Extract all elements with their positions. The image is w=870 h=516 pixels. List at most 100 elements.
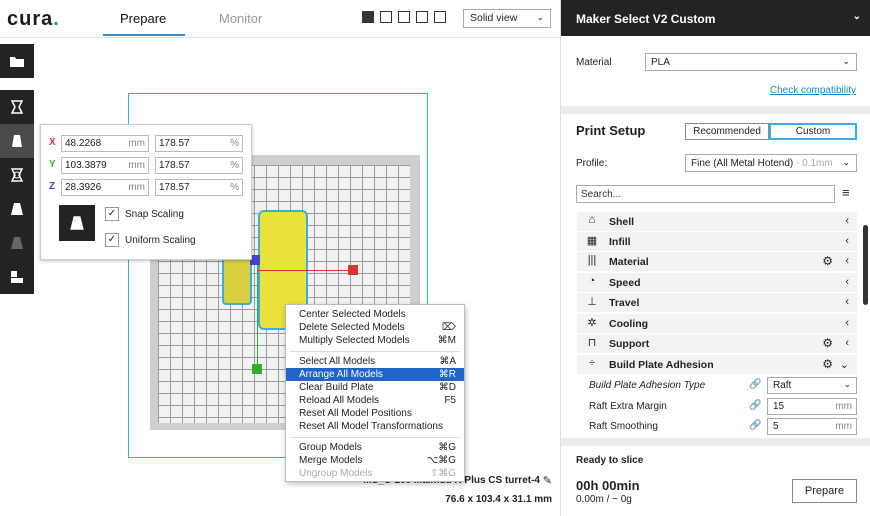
chevron-left-icon: ‹ bbox=[845, 215, 849, 227]
model-part[interactable] bbox=[222, 255, 252, 305]
menu-item-clear-build-plate[interactable]: Clear Build Plate ⌘D bbox=[286, 381, 464, 394]
menu-item-center-selected[interactable]: Center Selected Models bbox=[286, 308, 464, 321]
check-compatibility-link[interactable]: Check compatibility bbox=[770, 85, 856, 96]
edit-name-icon[interactable]: ✎ bbox=[543, 474, 552, 487]
x-percent-input[interactable]: 178.57% bbox=[155, 135, 243, 152]
support-blocker-icon[interactable] bbox=[0, 260, 34, 294]
material-label: Material bbox=[576, 57, 612, 68]
gear-icon[interactable]: ⚙ bbox=[822, 254, 833, 268]
chevron-down-icon: ⌄ bbox=[839, 359, 849, 371]
category-build-plate-adhesion[interactable]: ÷ Build Plate Adhesion ⚙ ⌄ bbox=[577, 355, 857, 374]
top-view-icon[interactable] bbox=[398, 11, 410, 23]
move-tool-icon[interactable] bbox=[0, 90, 34, 124]
x-axis-handle[interactable] bbox=[348, 265, 358, 275]
profile-select[interactable]: Fine (All Metal Hotend) - 0.1mm ⌄ bbox=[685, 154, 857, 172]
raft-smoothing-input[interactable]: 5 mm bbox=[767, 418, 857, 435]
tab-monitor[interactable]: Monitor bbox=[219, 11, 262, 26]
material-select[interactable]: PLA ⌄ bbox=[645, 53, 857, 71]
setting-adhesion-type: Build Plate Adhesion Type 🔗 Raft ⌄ bbox=[589, 377, 857, 395]
menu-item-merge[interactable]: Merge Models ⌥⌘G bbox=[286, 454, 464, 467]
support-icon: ⊓ bbox=[587, 337, 597, 349]
print-time: 00h 00min bbox=[576, 478, 640, 493]
mode-recommended-button[interactable]: Recommended bbox=[685, 123, 769, 140]
cura-logo: cura. bbox=[7, 8, 60, 30]
z-mm-input[interactable]: 28.3926 mm bbox=[61, 179, 149, 196]
y-axis-handle-line bbox=[257, 265, 258, 365]
rotate-tool-icon[interactable] bbox=[0, 158, 34, 192]
menu-item-reset-positions[interactable]: Reset All Model Positions bbox=[286, 407, 464, 420]
menu-item-reload-all[interactable]: Reload All Models F5 bbox=[286, 394, 464, 407]
left-view-icon[interactable] bbox=[416, 11, 428, 23]
gear-icon[interactable]: ⚙ bbox=[822, 357, 833, 371]
y-percent-input[interactable]: 178.57% bbox=[155, 157, 243, 174]
chevron-left-icon: ‹ bbox=[845, 255, 849, 267]
chevron-down-icon: ⌄ bbox=[852, 11, 861, 22]
adhesion-type-select[interactable]: Raft ⌄ bbox=[767, 377, 857, 394]
link-icon[interactable]: 🔗 bbox=[749, 400, 761, 411]
view-mode-select[interactable]: Solid view ⌄ bbox=[463, 9, 551, 28]
y-mm-input[interactable]: 103.3879 mm bbox=[61, 157, 149, 174]
travel-icon: ⊥ bbox=[587, 296, 597, 308]
menu-item-select-all[interactable]: Select All Models ⌘A bbox=[286, 355, 464, 368]
front-view-icon[interactable] bbox=[380, 11, 392, 23]
right-view-icon[interactable] bbox=[434, 11, 446, 23]
cooling-icon: ✲ bbox=[587, 317, 597, 329]
link-icon[interactable]: 🔗 bbox=[749, 420, 761, 431]
scale-panel: X 48.2268 mm 178.57% Y 103.3879 mm 178.57%… bbox=[40, 124, 252, 260]
3d-view-icon[interactable] bbox=[362, 11, 374, 23]
per-model-settings-icon[interactable] bbox=[0, 226, 34, 260]
section-divider bbox=[561, 438, 870, 446]
printer-selector[interactable]: Maker Select V2 Custom ⌄ bbox=[561, 0, 870, 36]
open-file-icon[interactable] bbox=[0, 44, 34, 78]
profile-label: Profile: bbox=[576, 158, 608, 169]
lower-model-icon[interactable] bbox=[59, 205, 95, 241]
model-dimensions: 76.6 x 103.4 x 31.1 mm bbox=[445, 494, 552, 505]
link-icon[interactable]: 🔗 bbox=[749, 379, 761, 390]
category-travel[interactable]: ⊥ Travel ‹ bbox=[577, 293, 857, 312]
settings-search-input[interactable]: Search... bbox=[576, 185, 835, 203]
menu-item-arrange-all[interactable]: Arrange All Models ⌘R bbox=[286, 368, 464, 381]
chevron-down-icon: ⌄ bbox=[842, 56, 850, 66]
category-shell[interactable]: ⌂ Shell ‹ bbox=[577, 212, 857, 231]
settings-visibility-menu-icon[interactable]: ≡ bbox=[842, 185, 850, 200]
category-material[interactable]: ||| Material ⚙ ‹ bbox=[577, 252, 857, 271]
category-infill[interactable]: ▦ Infill ‹ bbox=[577, 232, 857, 251]
y-axis-handle[interactable] bbox=[252, 364, 262, 374]
menu-separator bbox=[290, 437, 460, 438]
mirror-tool-icon[interactable] bbox=[0, 192, 34, 226]
adhesion-icon: ÷ bbox=[588, 357, 596, 369]
menu-item-group[interactable]: Group Models ⌘G bbox=[286, 441, 464, 454]
z-percent-input[interactable]: 178.57% bbox=[155, 179, 243, 196]
menu-item-delete-selected[interactable]: Delete Selected Models ⌦ bbox=[286, 321, 464, 334]
chevron-left-icon: ‹ bbox=[845, 317, 849, 329]
chevron-left-icon: ‹ bbox=[845, 276, 849, 288]
material-estimate: 0.00m / ~ 0g bbox=[576, 494, 632, 505]
context-menu: Center Selected Models Delete Selected M… bbox=[285, 304, 465, 482]
infill-icon: ▦ bbox=[586, 235, 598, 247]
menu-item-ungroup: Ungroup Models ⇧⌘G bbox=[299, 468, 456, 479]
prepare-button[interactable]: Prepare bbox=[792, 479, 857, 503]
chevron-left-icon: ‹ bbox=[845, 337, 849, 349]
uniform-scaling-checkbox[interactable]: ✓ bbox=[105, 233, 119, 247]
x-axis-handle-line bbox=[258, 270, 350, 271]
snap-scaling-checkbox[interactable]: ✓ bbox=[105, 207, 119, 221]
tab-prepare[interactable]: Prepare bbox=[120, 11, 166, 26]
mode-custom-button[interactable]: Custom bbox=[769, 123, 857, 140]
raft-extra-margin-input[interactable]: 15 mm bbox=[767, 398, 857, 415]
x-mm-input[interactable]: 48.2268 mm bbox=[61, 135, 149, 152]
chevron-left-icon: ‹ bbox=[845, 235, 849, 247]
view-orientation-group bbox=[362, 11, 446, 23]
chevron-down-icon: ⌄ bbox=[536, 12, 544, 22]
menu-item-reset-transformations[interactable]: Reset All Model Transformations bbox=[286, 420, 464, 433]
setting-raft-extra-margin: Raft Extra Margin 🔗 15 mm bbox=[589, 398, 857, 416]
menu-item-multiply-selected[interactable]: Multiply Selected Models ⌘M bbox=[286, 334, 464, 347]
setting-raft-smoothing: Raft Smoothing 🔗 5 mm bbox=[589, 418, 857, 436]
gear-icon[interactable]: ⚙ bbox=[822, 336, 833, 350]
scale-tool-icon[interactable] bbox=[0, 124, 34, 158]
category-cooling[interactable]: ✲ Cooling ‹ bbox=[577, 314, 857, 333]
print-setup-title: Print Setup bbox=[576, 123, 646, 138]
settings-panel: Maker Select V2 Custom ⌄ Material PLA ⌄ … bbox=[560, 0, 870, 516]
category-support[interactable]: ⊓ Support ⚙ ‹ bbox=[577, 334, 857, 353]
settings-scrollbar[interactable] bbox=[863, 225, 868, 305]
category-speed[interactable]: ◔ Speed ‹ bbox=[577, 273, 857, 292]
